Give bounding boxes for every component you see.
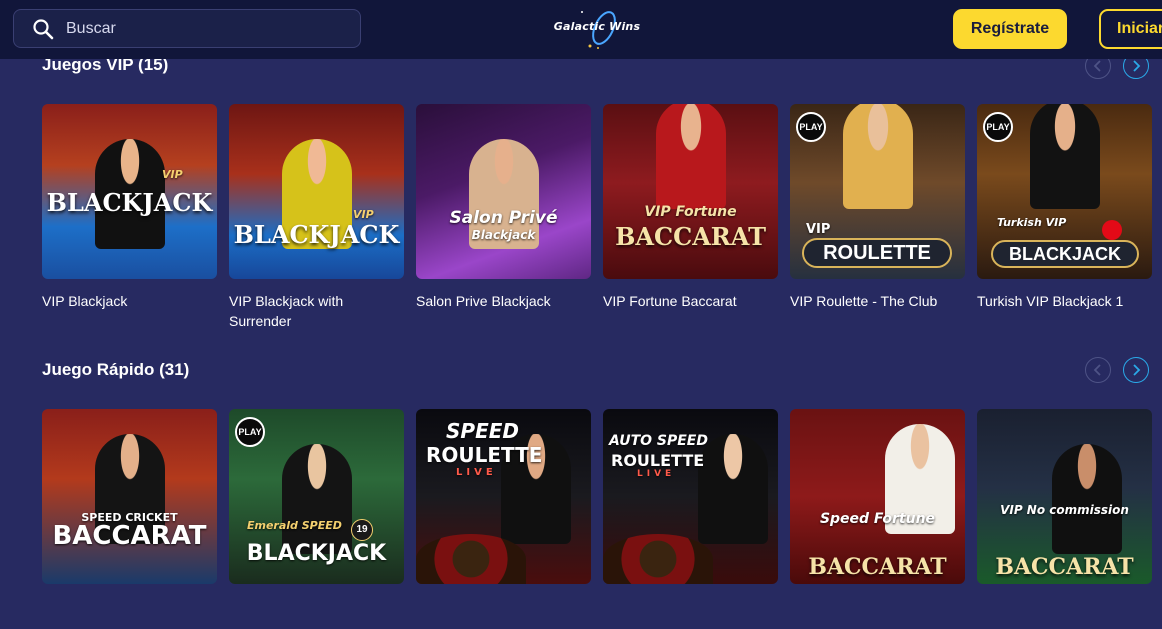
game-logo-subtext: AUTO SPEED — [609, 433, 708, 449]
game-card[interactable]: PLAY Turkish VIP BLACKJACK Turkish VIP B… — [977, 104, 1152, 311]
chevron-left-icon — [1093, 60, 1101, 72]
game-logo-text: BACCARAT — [52, 521, 207, 551]
game-logo-text: BACCARAT — [615, 222, 766, 251]
live-label: LIVE — [637, 469, 676, 479]
game-logo-text: BLACKJACK — [246, 541, 387, 566]
game-thumbnail[interactable]: BLACKJACK VIP — [42, 104, 217, 279]
game-logo-text: BLACKJACK — [46, 188, 213, 217]
turkey-flag-icon — [1102, 220, 1122, 240]
game-title[interactable]: Turkish VIP Blackjack 1 — [977, 291, 1152, 311]
login-button[interactable]: Iniciar — [1099, 9, 1162, 49]
game-logo-text: BLACKJACK — [233, 220, 400, 249]
game-logo-subtext: Speed Fortune — [819, 511, 936, 527]
dealer-image — [655, 104, 726, 209]
search-icon — [32, 18, 54, 40]
dealer-image — [1029, 104, 1100, 209]
logo-text: Galactic Wins — [553, 20, 641, 33]
game-logo-subtext: Emerald SPEED — [247, 519, 342, 532]
dealer-image — [281, 444, 352, 554]
top-header: Galactic Wins Regístrate Iniciar — [0, 0, 1162, 59]
game-logo-text: Salon Privé — [449, 208, 558, 228]
game-logo-text: ROULETTE — [611, 451, 705, 470]
game-thumbnail[interactable]: Salon Privé Blackjack — [416, 104, 591, 279]
search-box[interactable] — [13, 9, 361, 48]
game-title[interactable]: VIP Fortune Baccarat — [603, 291, 778, 311]
prev-arrow-button[interactable] — [1085, 357, 1111, 383]
register-button[interactable]: Regístrate — [953, 9, 1067, 49]
game-thumbnail[interactable]: PLAY VIP ROULETTE — [790, 104, 965, 279]
chevron-right-icon — [1133, 364, 1141, 376]
game-logo-subtext: SPEED — [446, 419, 519, 443]
vip-badge: VIP — [353, 208, 374, 221]
vip-badge: VIP — [162, 168, 183, 181]
game-logo-subtext: Turkish VIP — [997, 216, 1067, 229]
roulette-wheel-image — [416, 534, 526, 584]
section-title-fast: Juego Rápido (31) — [42, 360, 190, 379]
vip-badge: VIP — [806, 222, 831, 237]
next-arrow-button[interactable] — [1123, 357, 1149, 383]
game-logo-subtext: Blackjack — [471, 228, 536, 242]
game-title[interactable]: VIP Roulette - The Club — [790, 291, 965, 311]
game-title[interactable]: VIP Blackjack — [42, 291, 217, 311]
dealer-image — [698, 434, 768, 544]
play-badge: PLAY — [983, 112, 1013, 142]
game-logo-text: ROULETTE — [802, 238, 952, 268]
game-title[interactable]: VIP Blackjack with Surrender — [229, 291, 404, 331]
game-logo-text: ROULETTE — [426, 443, 543, 467]
game-card[interactable]: PLAY VIP ROULETTE VIP Roulette - The Clu… — [790, 104, 965, 311]
game-card[interactable]: VIP Fortune BACCARAT VIP Fortune Baccara… — [603, 104, 778, 311]
play-badge: PLAY — [235, 417, 265, 447]
game-card[interactable]: Salon Privé Blackjack Salon Prive Blackj… — [416, 104, 591, 311]
roulette-wheel-image — [603, 534, 713, 584]
game-title[interactable]: Salon Prive Blackjack — [416, 291, 591, 311]
game-card[interactable]: BLACKJACK VIP VIP Blackjack — [42, 104, 217, 311]
game-card[interactable]: BLACKJACK VIP VIP Blackjack with Surrend… — [229, 104, 404, 331]
game-thumbnail[interactable]: PLAY Turkish VIP BLACKJACK — [977, 104, 1152, 279]
play-badge: PLAY — [796, 112, 826, 142]
game-logo-subtext: VIP Fortune — [644, 204, 737, 220]
game-logo-subtext: VIP No commission — [1000, 503, 1129, 517]
chevron-right-icon — [1133, 60, 1141, 72]
galactic-wins-logo[interactable]: Galactic Wins — [552, 6, 642, 52]
game-thumbnail[interactable]: BLACKJACK VIP — [229, 104, 404, 279]
count-badge: 19 — [351, 519, 373, 541]
dealer-image — [842, 104, 913, 209]
search-input[interactable] — [64, 18, 348, 39]
game-thumbnail[interactable]: VIP Fortune BACCARAT — [603, 104, 778, 279]
dealer-image — [1052, 444, 1122, 554]
live-label: LIVE — [456, 467, 497, 478]
chevron-left-icon — [1093, 364, 1101, 376]
game-logo-text: BLACKJACK — [991, 240, 1139, 268]
